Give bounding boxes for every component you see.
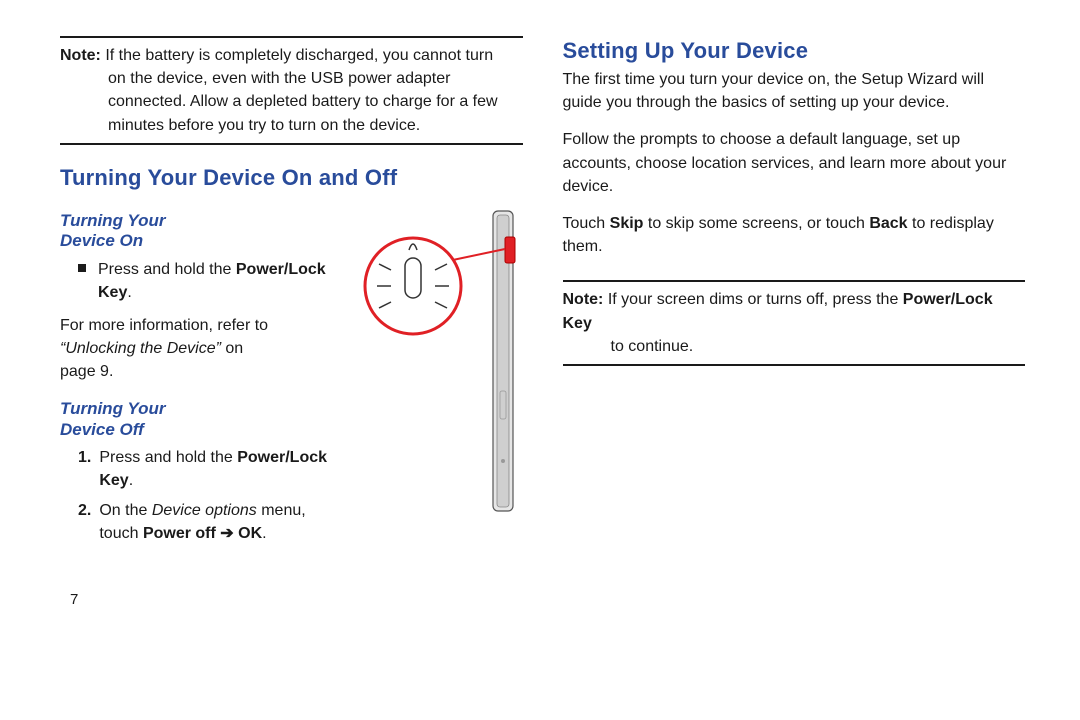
device-power-illustration-icon	[353, 201, 523, 521]
divider-bottom-right-note	[563, 364, 1026, 366]
square-bullet-icon	[78, 264, 86, 272]
right-column: Setting Up Your Device The first time yo…	[563, 30, 1026, 608]
step-1-off: 1. Press and hold the Power/Lock Key.	[78, 446, 339, 492]
divider-below-note-left	[60, 143, 523, 145]
divider-top-left	[60, 36, 523, 38]
note-label-2: Note:	[563, 291, 604, 308]
note-text-first-line: If the battery is completely discharged,…	[105, 47, 493, 64]
note-text-continuation: on the device, even with the USB power a…	[108, 67, 523, 137]
setup-paragraph-3: Touch Skip to skip some screens, or touc…	[563, 212, 1026, 258]
more-info-text: For more information, refer to “Unlockin…	[60, 314, 339, 384]
heading-turning-on: Turning Your Device On	[60, 211, 339, 252]
device-power-illustration	[353, 201, 523, 526]
heading-turning-on-off: Turning Your Device On and Off	[60, 165, 523, 191]
page-number: 7	[70, 591, 523, 608]
divider-top-right-note	[563, 280, 1026, 282]
step-2-off: 2. On the Device options menu, touch Pow…	[78, 499, 339, 545]
step-press-hold-on: Press and hold the Power/Lock Key.	[78, 258, 339, 304]
setup-paragraph-1: The first time you turn your device on, …	[563, 68, 1026, 114]
left-column: Note: If the battery is completely disch…	[60, 30, 523, 608]
heading-turning-off: Turning Your Device Off	[60, 399, 339, 440]
note-label: Note:	[60, 47, 101, 64]
note-screen-dim: Note: If your screen dims or turns off, …	[563, 288, 1026, 358]
note-battery: Note: If the battery is completely disch…	[60, 44, 523, 137]
setup-paragraph-2: Follow the prompts to choose a default l…	[563, 128, 1026, 198]
heading-setting-up: Setting Up Your Device	[563, 38, 1026, 64]
